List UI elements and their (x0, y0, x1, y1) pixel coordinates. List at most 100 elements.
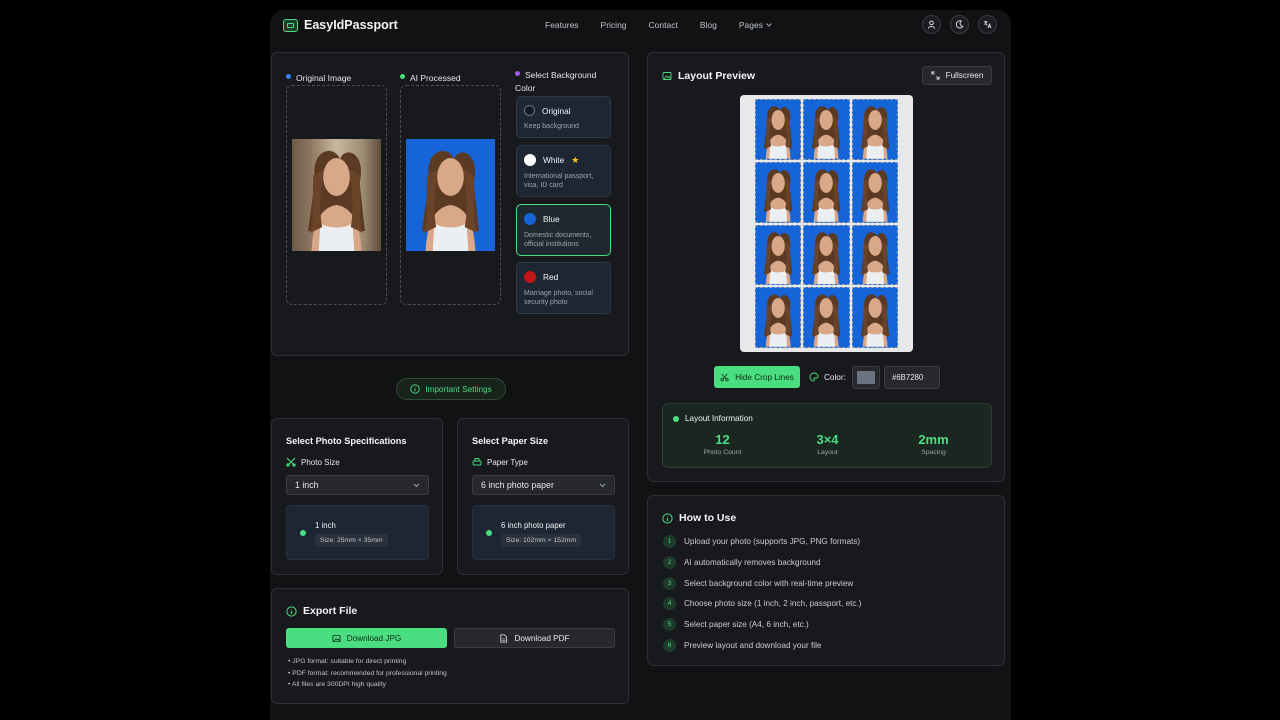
photo-size-selected: 1 inch (295, 480, 318, 490)
photo-spec-title: Select Photo Specifications (286, 436, 407, 446)
export-note: • JPG format: suitable for direct printi… (288, 656, 447, 668)
original-photo (292, 139, 381, 251)
step-item: 5Select paper size (A4, 6 inch, etc.) (663, 618, 809, 631)
brand-logo[interactable]: EasyIdPassport (283, 18, 398, 32)
scissors-icon (720, 373, 729, 382)
hide-crop-lines-label: Hide Crop Lines (735, 373, 794, 382)
brand-name: EasyIdPassport (304, 18, 398, 32)
nav-features[interactable]: Features (545, 20, 579, 30)
bg-color-heading: Select Background Color (515, 68, 615, 94)
bg-color-label: Select Background Color (515, 70, 596, 93)
step-text: Select background color with real-time p… (684, 579, 853, 588)
blue-swatch (524, 213, 536, 225)
nav-pricing[interactable]: Pricing (601, 20, 627, 30)
chevron-down-icon (766, 23, 772, 27)
photo-sheet-preview (740, 95, 913, 352)
sheet-photo-cell (852, 225, 898, 286)
layout-preview-heading: Layout Preview (662, 70, 755, 82)
main-nav: Features Pricing Contact Blog Pages (545, 10, 794, 40)
photo-size-heading: Photo Size (286, 457, 340, 467)
sheet-photo-cell (803, 225, 849, 286)
step-number: 5 (663, 618, 676, 631)
sheet-photo-cell (852, 287, 898, 348)
user-icon[interactable] (922, 15, 941, 34)
stat-layout: 3×4 Layout (790, 432, 865, 456)
status-dot (300, 530, 306, 536)
ai-processed-label: AI Processed (410, 73, 461, 83)
moon-icon[interactable] (950, 15, 969, 34)
app-window: EasyIdPassport Features Pricing Contact … (270, 10, 1011, 720)
translate-icon[interactable] (978, 15, 997, 34)
original-image-dropzone[interactable] (286, 85, 387, 305)
step-number: 2 (663, 556, 676, 569)
bg-option-original-name: Original (542, 106, 571, 116)
hide-crop-lines-button[interactable]: Hide Crop Lines (714, 366, 800, 388)
header-actions (922, 15, 997, 34)
bg-option-blue[interactable]: Blue Domestic documents, official instit… (516, 204, 611, 256)
download-jpg-button[interactable]: Download JPG (286, 628, 447, 648)
step-text: Choose photo size (1 inch, 2 inch, passp… (684, 599, 862, 608)
original-image-label: Original Image (296, 73, 351, 83)
white-swatch (524, 154, 536, 166)
status-dot (673, 416, 679, 422)
bg-option-red[interactable]: Red Marriage photo, social security phot… (516, 262, 611, 314)
paper-size-panel: Select Paper Size Paper Type 6 inch phot… (457, 418, 629, 575)
green-dot (400, 74, 405, 79)
paper-type-select[interactable]: 6 inch photo paper (472, 475, 615, 495)
download-jpg-label: Download JPG (347, 634, 402, 643)
nav-pages[interactable]: Pages (739, 20, 772, 30)
sheet-photo-cell (803, 162, 849, 223)
bg-option-red-name: Red (543, 272, 558, 282)
photo-size-label: Photo Size (301, 458, 340, 467)
step-text: Upload your photo (supports JPG, PNG for… (684, 537, 860, 546)
expand-icon (931, 71, 940, 80)
stat-label: Layout (790, 449, 865, 456)
crop-color-input[interactable]: #6B7280 (884, 366, 940, 389)
blue-dot (286, 74, 291, 79)
image-icon (662, 71, 672, 81)
step-item: 6Preview layout and download your file (663, 639, 821, 652)
stat-spacing: 2mm Spacing (896, 432, 971, 456)
nav-contact[interactable]: Contact (649, 20, 678, 30)
photo-size-info-dimensions: Size: 25mm × 35mm (315, 534, 388, 547)
how-to-use-panel: How to Use 1Upload your photo (supports … (647, 495, 1005, 666)
crop-color-control: Color: (809, 366, 846, 388)
export-note-text: JPG format: suitable for direct printing (292, 658, 406, 665)
export-note-text: All files are 300DPI high quality (292, 681, 386, 688)
fullscreen-button[interactable]: Fullscreen (922, 66, 992, 85)
bg-option-blue-desc: Domestic documents, official institution… (524, 231, 603, 249)
crop-color-swatch[interactable] (852, 366, 880, 389)
stat-label: Spacing (896, 449, 971, 456)
photo-size-info: 1 inch Size: 25mm × 35mm (286, 505, 429, 560)
stat-label: Photo Count (685, 449, 760, 456)
download-pdf-button[interactable]: Download PDF (454, 628, 615, 648)
important-settings-badge: Important Settings (396, 378, 506, 400)
photo-size-info-name: 1 inch (315, 521, 336, 530)
layout-info-heading: Layout Information (673, 414, 753, 423)
step-item: 1Upload your photo (supports JPG, PNG fo… (663, 535, 860, 548)
bg-option-white[interactable]: White ★ International passport, visa, ID … (516, 145, 611, 197)
bg-option-original[interactable]: Original Keep background (516, 96, 611, 138)
purple-dot (515, 71, 520, 76)
paper-type-heading: Paper Type (472, 457, 528, 467)
info-icon (286, 606, 297, 617)
stat-value: 2mm (896, 432, 971, 447)
bg-option-white-desc: International passport, visa, ID card (524, 172, 603, 190)
layout-info-title: Layout Information (685, 414, 753, 423)
fullscreen-label: Fullscreen (946, 71, 984, 80)
layout-preview-title: Layout Preview (678, 70, 755, 82)
bg-option-red-desc: Marriage photo, social security photo (524, 289, 603, 307)
file-icon (499, 634, 508, 643)
printer-icon (472, 457, 482, 467)
star-icon: ★ (571, 155, 579, 166)
palette-icon (809, 372, 819, 382)
id-card-icon (283, 19, 298, 32)
download-pdf-label: Download PDF (514, 634, 569, 643)
sheet-photo-cell (852, 99, 898, 160)
nav-pages-label: Pages (739, 20, 763, 30)
bg-option-white-name: White (543, 155, 564, 165)
info-icon (410, 384, 420, 394)
nav-blog[interactable]: Blog (700, 20, 717, 30)
photo-size-select[interactable]: 1 inch (286, 475, 429, 495)
crop-icon (286, 457, 296, 467)
